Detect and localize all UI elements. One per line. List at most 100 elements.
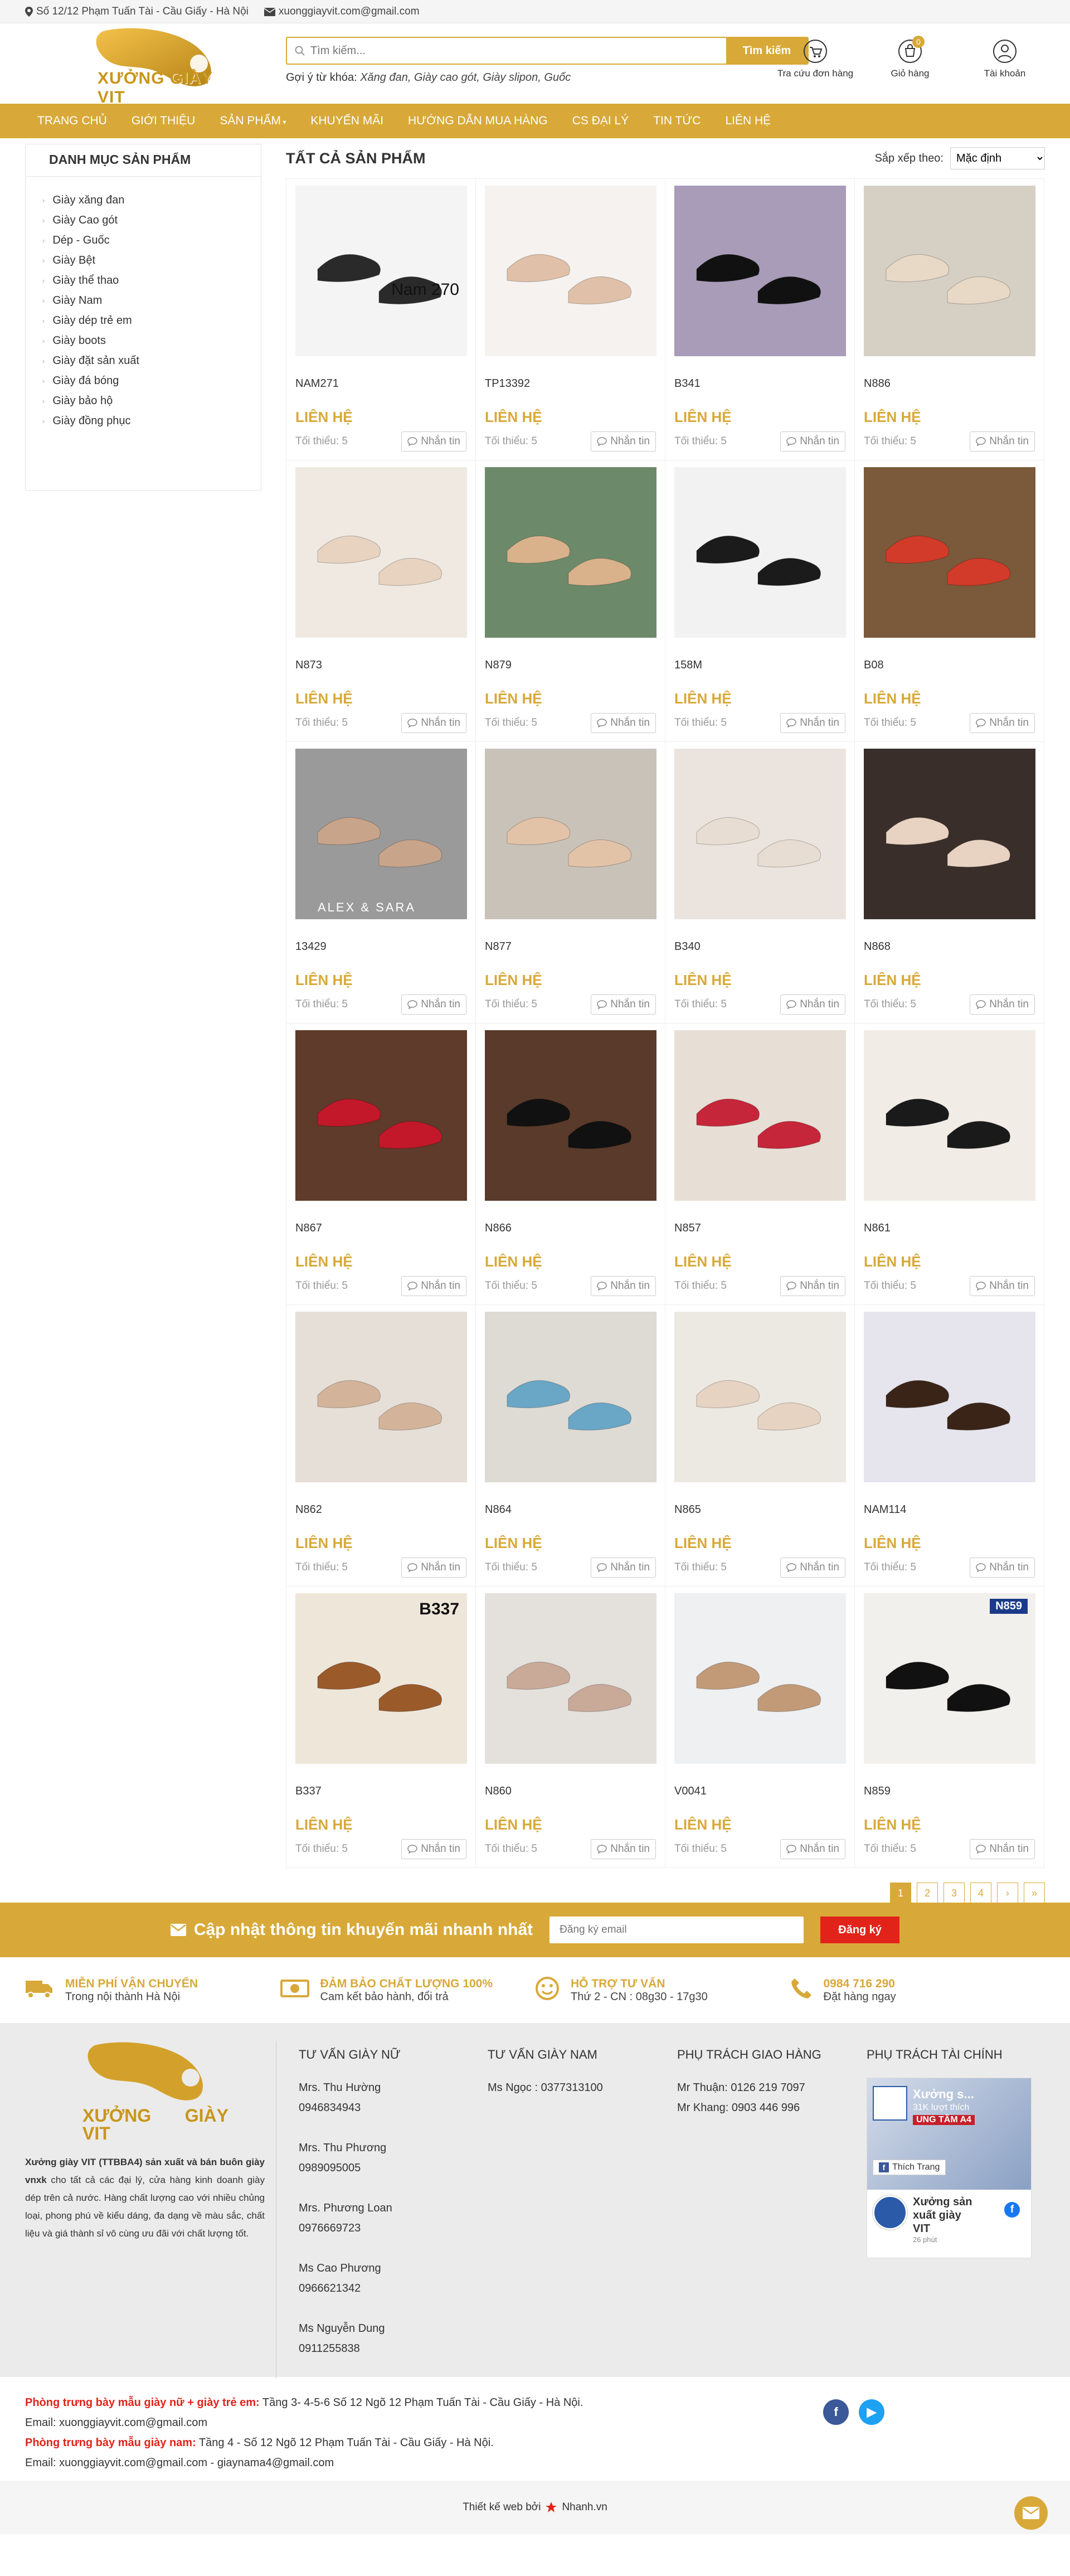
category-item[interactable]: › Giày Cao gót <box>42 210 261 230</box>
product-image[interactable] <box>295 1030 467 1201</box>
message-button[interactable]: Nhắn tin <box>970 713 1035 733</box>
message-button[interactable]: Nhắn tin <box>970 431 1035 452</box>
product-card[interactable]: N879 LIÊN HỆ Tối thiểu: 5 Nhắn tin <box>476 460 665 742</box>
message-button[interactable]: Nhắn tin <box>970 1839 1035 1859</box>
page-link[interactable]: 3 <box>943 1883 965 1904</box>
page-link[interactable]: » <box>1024 1883 1045 1904</box>
product-name[interactable]: 158M <box>674 659 845 675</box>
product-name[interactable]: TP13392 <box>485 377 656 393</box>
product-name[interactable]: N886 <box>864 377 1035 393</box>
product-card[interactable]: N865 LIÊN HỆ Tối thiểu: 5 Nhắn tin <box>665 1305 855 1587</box>
product-card[interactable]: N862 LIÊN HỆ Tối thiểu: 5 Nhắn tin <box>286 1305 476 1587</box>
top-email[interactable]: xuonggiayvit.com@gmail.com <box>264 6 420 18</box>
message-button[interactable]: Nhắn tin <box>780 1276 845 1296</box>
product-image[interactable]: N859 <box>864 1593 1035 1764</box>
message-button[interactable]: Nhắn tin <box>591 1558 656 1578</box>
category-item[interactable]: › Giày đồng phục <box>42 411 261 431</box>
product-name[interactable]: N866 <box>485 1222 656 1238</box>
nav-item-1[interactable]: GIỚI THIỆU <box>119 114 207 128</box>
product-card[interactable]: ALEX & SARA 13429 LIÊN HỆ Tối thiểu: 5 Nhắn … <box>286 742 476 1023</box>
showroom-men-email[interactable]: Email: xuonggiayvit.com@gmail.com - giay… <box>25 2453 1045 2473</box>
product-name[interactable]: N864 <box>485 1503 656 1519</box>
product-card[interactable]: N864 LIÊN HỆ Tối thiểu: 5 Nhắn tin <box>476 1305 665 1587</box>
product-image[interactable] <box>864 1312 1035 1482</box>
page-link[interactable]: 4 <box>970 1883 991 1904</box>
nav-item-0[interactable]: TRANG CHỦ <box>25 114 119 128</box>
contact-fab-button[interactable] <box>1014 2496 1048 2530</box>
consultant-phone[interactable]: 0976669723 <box>299 2218 465 2238</box>
product-card[interactable]: N857 LIÊN HỆ Tối thiểu: 5 Nhắn tin <box>665 1023 855 1305</box>
category-item[interactable]: › Giày Bệt <box>42 250 261 270</box>
designed-by-brand[interactable]: Nhanh.vn <box>562 2501 607 2514</box>
category-item[interactable]: › Giày xăng đan <box>42 190 261 210</box>
ship-contact-1[interactable]: Mr Thuận: 0126 219 7097 <box>677 2078 844 2098</box>
product-card[interactable]: N868 LIÊN HỆ Tối thiểu: 5 Nhắn tin <box>855 742 1044 1023</box>
product-image[interactable] <box>485 1593 656 1764</box>
product-name[interactable]: N861 <box>864 1222 1035 1238</box>
product-name[interactable]: NAM114 <box>864 1503 1035 1519</box>
nav-item-5[interactable]: CS ĐẠI LÝ <box>560 114 641 128</box>
product-card[interactable]: N859 N859 LIÊN HỆ Tối thiểu: 5 Nhắn tin <box>855 1587 1044 1868</box>
product-card[interactable]: 158M LIÊN HỆ Tối thiểu: 5 Nhắn tin <box>665 460 855 742</box>
product-name[interactable]: N867 <box>295 1222 466 1238</box>
message-button[interactable]: Nhắn tin <box>401 713 466 733</box>
message-button[interactable]: Nhắn tin <box>401 431 466 452</box>
consultant-phone[interactable]: 0966621342 <box>299 2278 465 2298</box>
message-button[interactable]: Nhắn tin <box>401 994 466 1015</box>
message-button[interactable]: Nhắn tin <box>970 1276 1035 1296</box>
message-button[interactable]: Nhắn tin <box>591 431 656 452</box>
category-item[interactable]: › Giày boots <box>42 331 261 351</box>
category-item[interactable]: › Giày dép trẻ em <box>42 311 261 331</box>
message-button[interactable]: Nhắn tin <box>401 1558 466 1578</box>
product-card[interactable]: NAM114 LIÊN HỆ Tối thiểu: 5 Nhắn tin <box>855 1305 1044 1587</box>
product-image[interactable] <box>674 186 846 356</box>
product-card[interactable]: N873 LIÊN HỆ Tối thiểu: 5 Nhắn tin <box>286 460 476 742</box>
message-button[interactable]: Nhắn tin <box>401 1839 466 1859</box>
product-name[interactable]: B340 <box>674 940 845 956</box>
product-image[interactable] <box>674 1593 846 1764</box>
footer-logo[interactable]: XƯỞNG GIÀY VIT <box>61 2041 228 2142</box>
product-image[interactable] <box>674 467 846 638</box>
product-image[interactable]: B337 <box>295 1593 467 1764</box>
message-button[interactable]: Nhắn tin <box>591 1839 656 1859</box>
message-button[interactable]: Nhắn tin <box>591 1276 656 1296</box>
product-image[interactable]: ALEX & SARA <box>295 749 467 919</box>
message-button[interactable]: Nhắn tin <box>401 1276 466 1296</box>
nav-item-2[interactable]: SẢN PHẨM ▾ <box>207 114 298 128</box>
product-name[interactable]: N865 <box>674 1503 845 1519</box>
product-card[interactable]: N886 LIÊN HỆ Tối thiểu: 5 Nhắn tin <box>855 179 1044 460</box>
category-item[interactable]: › Giày bảo hộ <box>42 391 261 411</box>
nav-item-6[interactable]: TIN TỨC <box>641 114 713 128</box>
product-card[interactable]: N861 LIÊN HỆ Tối thiểu: 5 Nhắn tin <box>855 1023 1044 1305</box>
product-name[interactable]: N859 <box>864 1785 1035 1801</box>
account-button[interactable]: Tài khoản <box>965 38 1045 79</box>
site-logo[interactable]: XƯỞNG GIÀY VIT <box>70 27 237 106</box>
message-button[interactable]: Nhắn tin <box>970 1558 1035 1578</box>
ship-contact-2[interactable]: Mr Khang: 0903 446 996 <box>677 2098 844 2118</box>
product-image[interactable] <box>864 186 1035 356</box>
consultant-phone[interactable]: 0911255838 <box>299 2339 465 2359</box>
product-card[interactable]: B337 B337 LIÊN HỆ Tối thiểu: 5 Nhắn tin <box>286 1587 476 1868</box>
category-item[interactable]: › Giày Nam <box>42 290 261 311</box>
cart-button[interactable]: 0 Giỏ hàng <box>870 36 950 79</box>
product-name[interactable]: N862 <box>295 1503 466 1519</box>
product-image[interactable] <box>485 186 656 356</box>
product-image[interactable] <box>674 749 846 919</box>
message-button[interactable]: Nhắn tin <box>780 713 845 733</box>
product-image[interactable] <box>295 1312 467 1482</box>
product-image[interactable]: Nam 270 <box>295 186 467 356</box>
message-button[interactable]: Nhắn tin <box>780 1558 845 1578</box>
category-item[interactable]: › Dép - Guốc <box>42 230 261 250</box>
newsletter-submit-button[interactable]: Đăng ký <box>820 1917 900 1943</box>
message-button[interactable]: Nhắn tin <box>591 713 656 733</box>
suggest-keywords[interactable]: Xăng đan, Giày cao gót, Giày slipon, Guố… <box>360 71 571 84</box>
product-image[interactable] <box>864 1030 1035 1201</box>
product-name[interactable]: V0041 <box>674 1785 845 1801</box>
product-name[interactable]: B08 <box>864 659 1035 675</box>
product-name[interactable]: N879 <box>485 659 656 675</box>
product-image[interactable] <box>485 1312 656 1482</box>
youtube-icon[interactable]: ▶ <box>859 2399 884 2425</box>
product-image[interactable] <box>485 467 656 638</box>
category-item[interactable]: › Giày đặt sản xuất <box>42 351 261 371</box>
sort-select[interactable]: Mặc định <box>950 147 1045 169</box>
